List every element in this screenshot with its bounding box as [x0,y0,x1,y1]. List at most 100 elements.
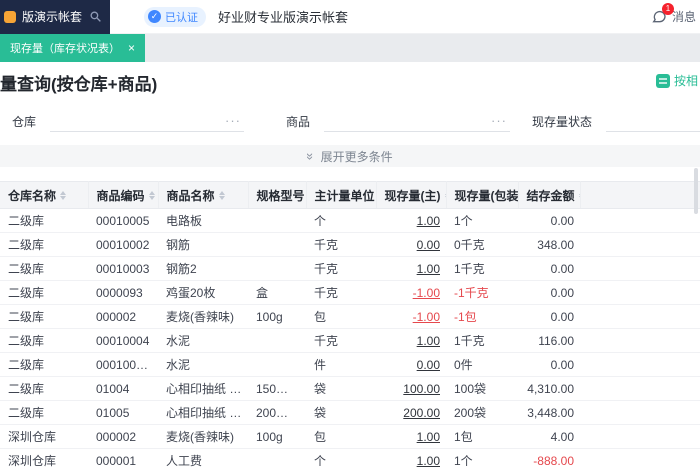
cell-amount: 0.00 [518,280,580,305]
column-header-amount[interactable]: 结存金额? [518,181,581,209]
cell-qty-main[interactable]: -1.00 [376,280,446,305]
cell-qty-pkg: 0件 [446,352,518,377]
cell-unit: 个 [306,448,376,470]
filter-warehouse: 仓库 ··· [12,110,244,132]
table-row: 深圳仓库 000002 麦烧(香辣味) 100g 包 1.00 1包 4.00 [0,424,700,449]
search-icon[interactable] [89,10,102,23]
messages-label[interactable]: 消息 [672,8,696,25]
cell-qty-main[interactable]: 0.00 [376,352,446,377]
stock-status-filter-input[interactable] [606,110,700,132]
corner-action[interactable]: 按相 [655,72,698,89]
cell-extra [580,256,700,281]
more-options-icon[interactable]: ··· [491,113,507,128]
cell-warehouse: 二级库 [0,400,88,425]
cell-code: 000002 [88,424,158,449]
table-row: 二级库 00010002 钢筋 千克 0.00 0千克 348.00 [0,232,700,257]
cell-unit: 千克 [306,232,376,257]
tab-bar: 现存量（库存状况表） × [0,34,700,62]
cell-warehouse: 二级库 [0,304,88,329]
cell-warehouse: 深圳仓库 [0,424,88,449]
cell-warehouse: 二级库 [0,232,88,257]
column-header-warehouse[interactable]: 仓库名称 [0,181,89,209]
cell-amount: 3,448.00 [518,400,580,425]
scrollbar-thumb[interactable] [694,168,698,214]
inventory-table: 仓库名称商品编码商品名称规格型号主计量单位现存量(主)现存量(包装)结存金额? … [0,181,700,470]
message-icon[interactable]: 1 [651,2,674,25]
cell-unit: 件 [306,352,376,377]
cell-qty-main[interactable]: 1.00 [376,208,446,233]
cell-qty-pkg: 1个 [446,448,518,470]
cell-name: 心相印抽纸 经典系列 [158,400,248,425]
cell-spec: 盒 [248,280,306,305]
table-row: 二级库 00010005 电路板 个 1.00 1个 0.00 [0,208,700,233]
cell-spec: 150抽*3包... [248,376,306,401]
tab-current-stock[interactable]: 现存量（库存状况表） × [0,34,146,62]
column-header-qty-main[interactable]: 现存量(主) [376,181,447,209]
column-header-spec[interactable]: 规格型号 [248,181,307,209]
cell-qty-main[interactable]: -1.00 [376,304,446,329]
topbar-right: 1 消息 [651,2,700,25]
cell-unit: 袋 [306,400,376,425]
cell-extra [580,280,700,305]
cell-unit: 千克 [306,256,376,281]
cell-amount: -888.00 [518,448,580,470]
cell-code: 000100019 [88,352,158,377]
cell-spec [248,448,306,470]
expand-chevron-icon: » [303,152,319,160]
cell-unit: 包 [306,304,376,329]
cell-qty-pkg: 0千克 [446,232,518,257]
column-header-code[interactable]: 商品编码 [88,181,159,209]
workspace-name: 版演示帐套 [22,10,83,24]
cell-name: 心相印抽纸 茶语系列 ... [158,376,248,401]
cell-warehouse: 深圳仓库 [0,448,88,470]
cell-qty-main[interactable]: 1.00 [376,424,446,449]
cell-qty-main[interactable]: 100.00 [376,376,446,401]
table-header-row: 仓库名称商品编码商品名称规格型号主计量单位现存量(主)现存量(包装)结存金额? [0,181,700,209]
cell-unit: 袋 [306,376,376,401]
cell-warehouse: 二级库 [0,256,88,281]
cell-amount: 0.00 [518,208,580,233]
filter-stock-status: 现存量状态 [532,110,700,132]
cell-amount: 4,310.00 [518,376,580,401]
corner-action-label: 按相 [673,74,698,88]
cell-amount: 0.00 [518,256,580,281]
cell-extra [580,400,700,425]
column-header-unit[interactable]: 主计量单位 [306,181,377,209]
stock-status-filter-label: 现存量状态 [532,114,593,129]
cell-warehouse: 二级库 [0,208,88,233]
table-row: 二级库 00010004 水泥 千克 1.00 1千克 116.00 [0,328,700,353]
cell-name: 钢筋 [158,232,248,257]
cell-qty-main[interactable]: 200.00 [376,400,446,425]
column-header-name[interactable]: 商品名称 [158,181,249,209]
cell-extra [580,448,700,470]
cell-qty-main[interactable]: 1.00 [376,448,446,470]
expand-more-button[interactable]: » 展开更多条件 [0,145,700,167]
top-bar: 版演示帐套 ✓ 已认证 好业财专业版演示帐套 1 消息 [0,0,700,34]
more-options-icon[interactable]: ··· [225,113,241,128]
cell-name: 水泥 [158,328,248,353]
warehouse-filter-input[interactable]: ··· [50,110,244,132]
verified-badge[interactable]: ✓ 已认证 [144,6,206,27]
cell-spec [248,256,306,281]
cell-qty-main[interactable]: 1.00 [376,256,446,281]
cell-amount: 0.00 [518,352,580,377]
cell-qty-pkg: 1包 [446,424,518,449]
cell-code: 0000093 [88,280,158,305]
cell-qty-main[interactable]: 1.00 [376,328,446,353]
product-filter-label: 商品 [286,114,311,129]
cell-qty-pkg: -1包 [446,304,518,329]
tab-close-icon[interactable]: × [128,42,135,54]
sort-icon[interactable] [218,190,225,200]
cell-extra [580,208,700,233]
cell-qty-main[interactable]: 0.00 [376,232,446,257]
product-filter-input[interactable]: ··· [324,110,510,132]
cell-name: 麦烧(香辣味) [158,424,248,449]
view-toggle-icon [655,73,670,88]
cell-unit: 千克 [306,280,376,305]
column-header-qty-pkg[interactable]: 现存量(包装) [446,181,519,209]
page-content: 量查询(按仓库+商品) 按相 仓库 ··· 商品 ··· 现存量状态 » 展开更… [0,62,700,470]
sort-icon[interactable] [60,190,67,200]
account-name[interactable]: 好业财专业版演示帐套 [218,7,348,26]
cell-qty-pkg: 100袋 [446,376,518,401]
sort-icon[interactable] [148,190,155,200]
